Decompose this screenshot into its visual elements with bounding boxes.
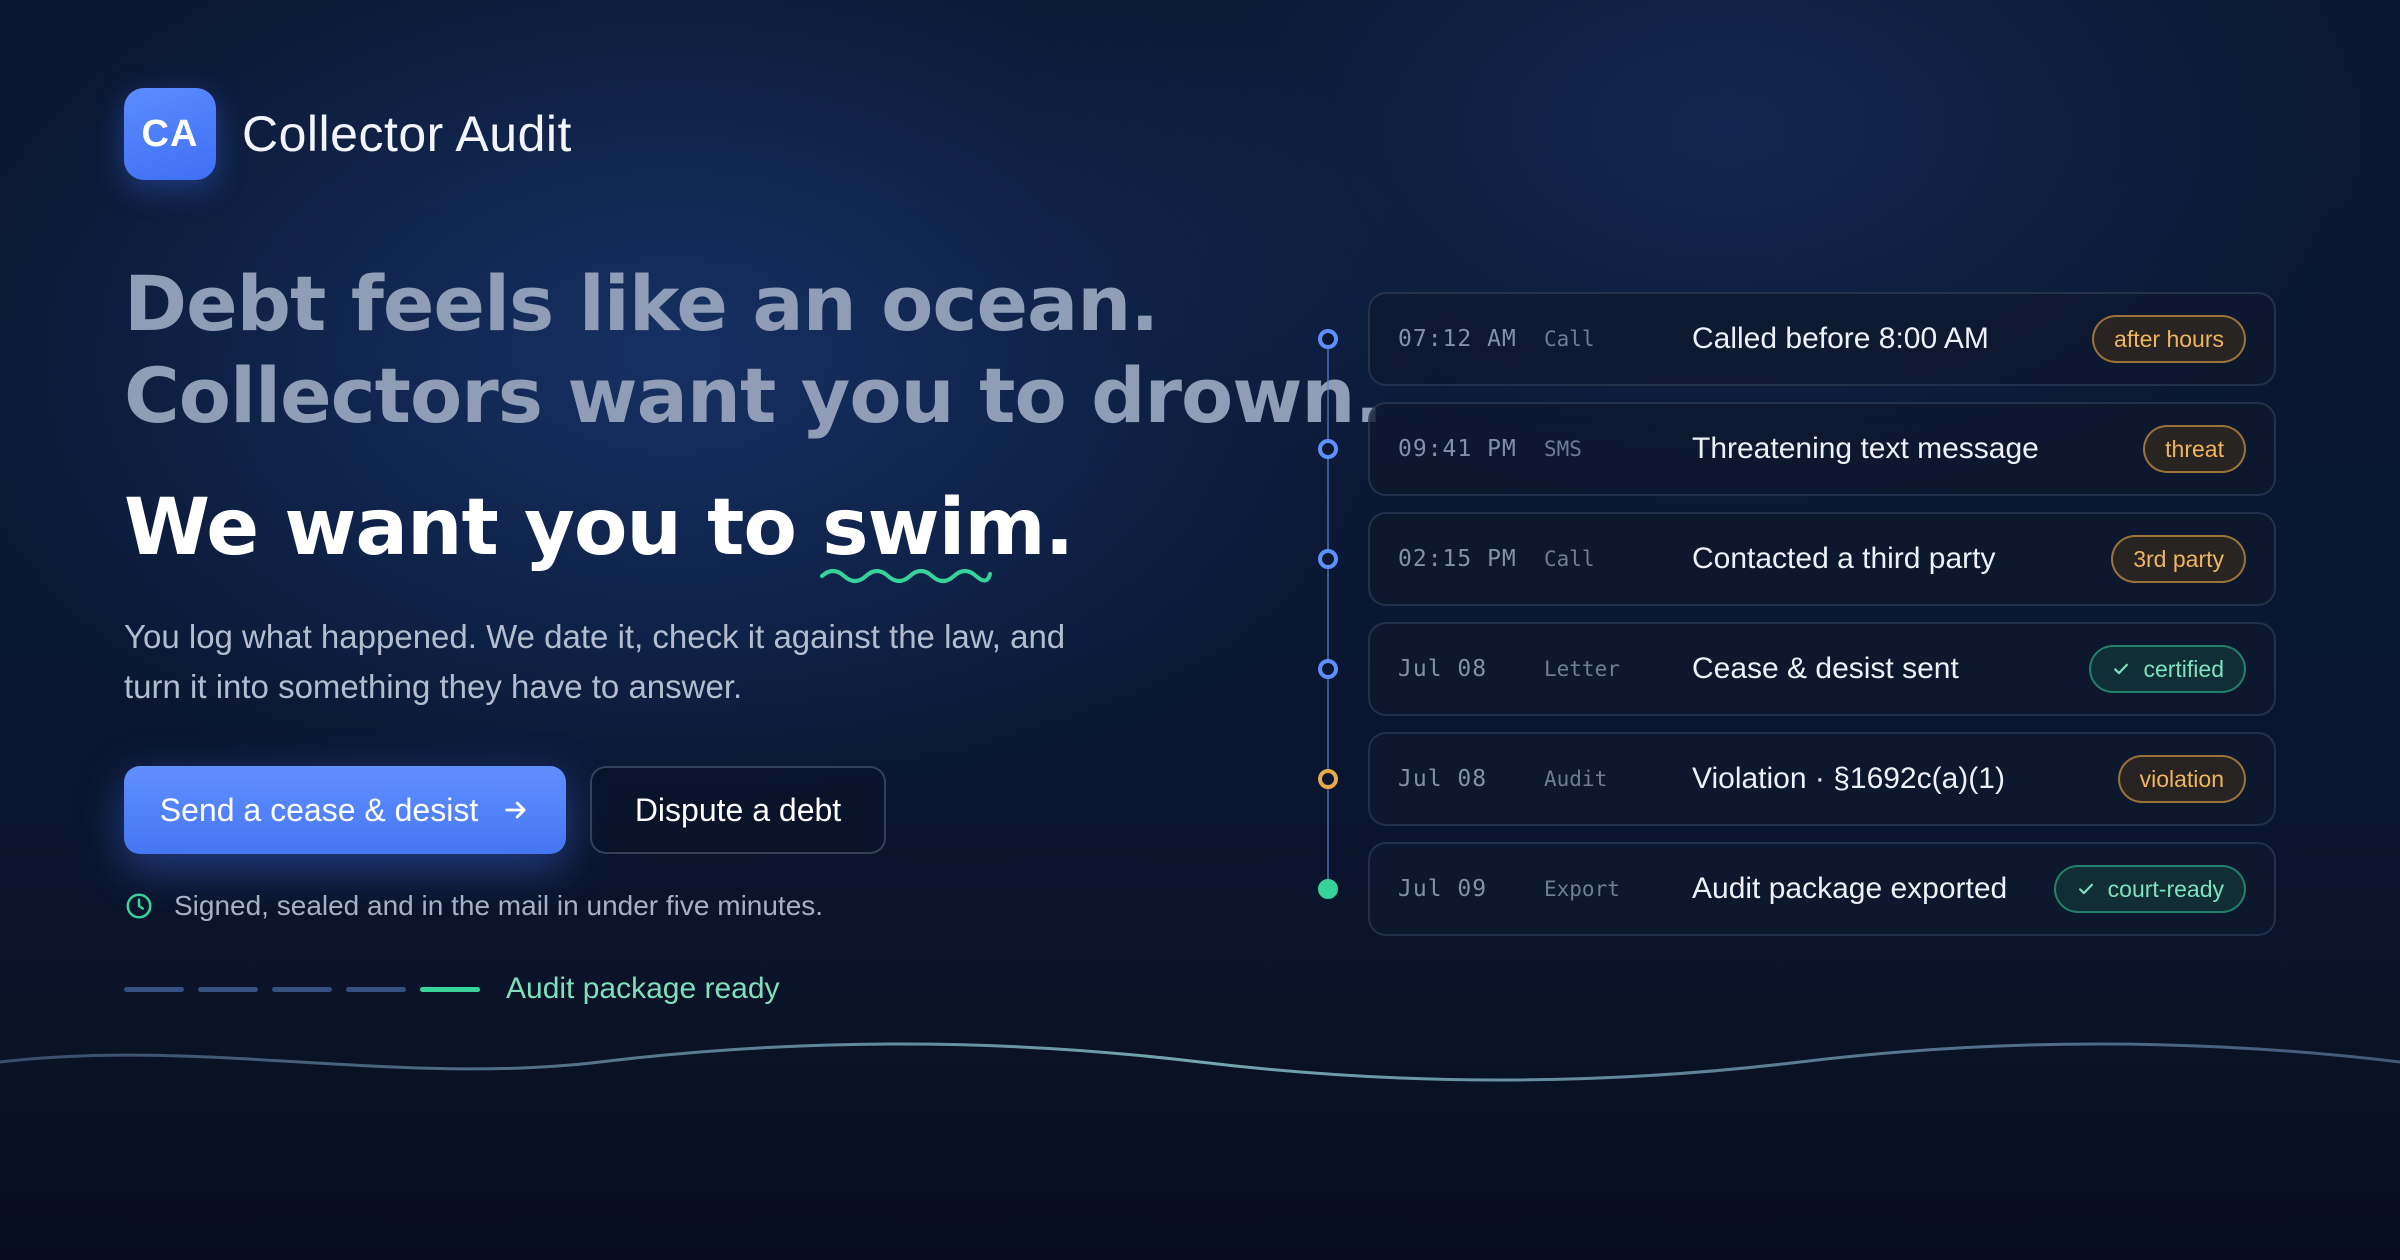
progress-segment [420, 986, 480, 992]
timeline-dot [1318, 549, 1338, 569]
dispute-debt-button[interactable]: Dispute a debt [590, 766, 886, 854]
tagline: We want you to swim. [124, 480, 1075, 583]
arrow-right-icon [505, 801, 526, 819]
event-kind: SMS [1544, 437, 1582, 461]
event-title: Called before 8:00 AM [1692, 322, 1989, 355]
headline: Debt feels like an ocean. Collectors wan… [124, 258, 1383, 442]
check-icon [2114, 663, 2129, 675]
tagline-suffix: . [1044, 483, 1075, 573]
headline-line-2: Collectors want you to drown. [124, 351, 1383, 440]
event-badge: certified [2089, 645, 2246, 693]
delivery-note: Signed, sealed and in the mail in under … [124, 890, 823, 922]
timeline-row[interactable]: Jul 08 Audit Violation · §1692c(a)(1) viola… [1368, 732, 2276, 826]
progress-segments [124, 986, 494, 992]
brand[interactable]: CA Collector Audit [124, 88, 572, 180]
timeline-row[interactable]: Jul 09 Export Audit package exported court-… [1368, 842, 2276, 936]
event-kind: Letter [1544, 657, 1620, 681]
event-title: Cease & desist sent [1692, 652, 1959, 685]
event-time: Jul 09 [1398, 876, 1488, 902]
check-icon [2078, 883, 2093, 895]
timeline-row[interactable]: 07:12 AM Call Called before 8:00 AM after h… [1368, 292, 2276, 386]
send-cease-desist-button[interactable]: Send a cease & desist [124, 766, 566, 854]
event-title: Violation · §1692c(a)(1) [1692, 762, 2005, 795]
timeline-dot [1318, 879, 1338, 899]
dispute-debt-label: Dispute a debt [634, 791, 842, 828]
hero-description: You log what happened. We date it, check… [124, 618, 1066, 705]
timeline-row[interactable]: 02:15 PM Call Contacted a third party 3rd p… [1368, 512, 2276, 606]
event-time: Jul 08 [1398, 656, 1488, 682]
progress-segment [124, 986, 184, 992]
event-badge: 3rd party [2111, 535, 2246, 583]
timeline-dot [1318, 769, 1338, 789]
event-kind: Audit [1544, 767, 1608, 791]
send-cease-desist-label: Send a cease & desist [159, 791, 479, 828]
audit-progress: Audit package ready [124, 972, 780, 1006]
event-time: 09:41 PM [1398, 436, 1517, 462]
progress-segment [198, 986, 258, 992]
timeline-dot [1318, 329, 1338, 349]
progress-segment [272, 986, 332, 992]
progress-label: Audit package ready [506, 972, 780, 1005]
event-title: Threatening text message [1692, 432, 2039, 465]
tagline-swim-word: swim [820, 480, 1046, 583]
event-title: Contacted a third party [1692, 542, 1996, 575]
timeline-dot [1318, 439, 1338, 459]
wave-divider [0, 1042, 2400, 1082]
timeline-row[interactable]: Jul 08 Letter Cease & desist sent certified [1368, 622, 2276, 716]
brand-name: Collector Audit [242, 106, 572, 162]
event-badge: threat [2143, 425, 2246, 473]
timeline-dot [1318, 659, 1338, 679]
timeline-rail [1327, 338, 1329, 886]
event-time: 07:12 AM [1398, 326, 1517, 352]
event-badge: court-ready [2053, 865, 2246, 913]
delivery-note-text: Signed, sealed and in the mail in under … [174, 890, 824, 921]
timeline-row[interactable]: 09:41 PM SMS Threatening text message threa… [1368, 402, 2276, 496]
tagline-prefix: We want you to [124, 483, 823, 573]
event-kind: Call [1544, 547, 1595, 571]
headline-line-1: Debt feels like an ocean. [124, 259, 1159, 348]
event-kind: Export [1544, 877, 1620, 901]
clock-icon [126, 893, 152, 919]
event-badge: after hours [2092, 315, 2246, 363]
event-badge: violation [2117, 755, 2246, 803]
event-kind: Call [1544, 327, 1595, 351]
progress-segment [346, 986, 406, 992]
event-title: Audit package exported [1692, 872, 2008, 905]
landing-page: CA Collector Audit Debt feels like an oc… [0, 0, 2400, 1260]
event-time: 02:15 PM [1398, 546, 1517, 572]
squiggle-underline-icon [820, 569, 993, 583]
event-time: Jul 08 [1398, 766, 1488, 792]
brand-logo: CA [124, 88, 216, 180]
